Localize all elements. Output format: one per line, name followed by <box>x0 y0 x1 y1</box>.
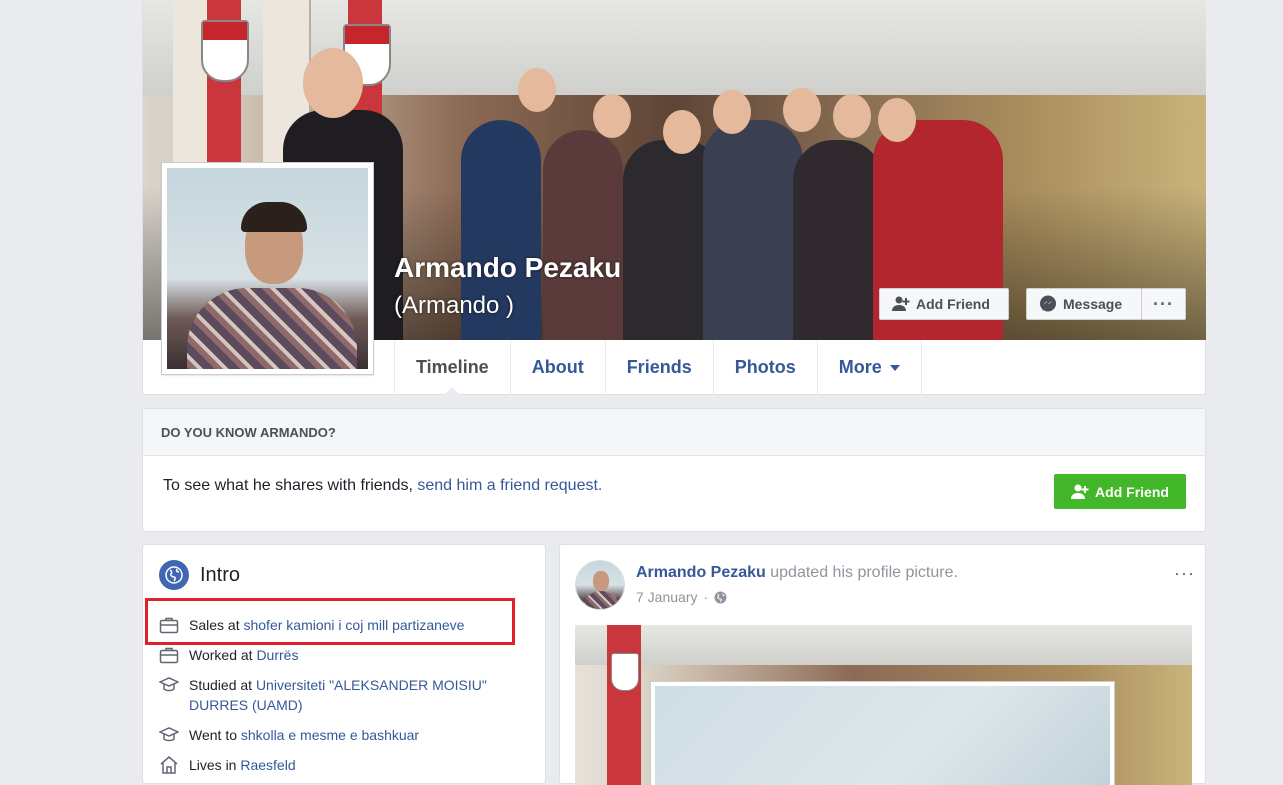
home-icon <box>160 756 178 774</box>
graduation-cap-icon <box>159 677 179 692</box>
add-friend-icon <box>892 296 910 311</box>
profile-picture-shirt <box>187 288 357 369</box>
koln-crest-icon <box>611 653 639 691</box>
profile-picture-hair <box>241 202 307 232</box>
tab-about[interactable]: About <box>511 340 606 395</box>
intro-item-text: Studied at Universiteti "ALEKSANDER MOIS… <box>189 675 539 715</box>
add-friend-icon <box>1071 484 1089 499</box>
tab-more[interactable]: More <box>818 340 922 395</box>
tab-label: Timeline <box>416 357 489 377</box>
post-photo[interactable] <box>575 625 1192 785</box>
more-options-button[interactable]: ··· <box>1141 288 1186 320</box>
graduation-cap-icon <box>159 727 179 742</box>
intro-title: Intro <box>159 560 240 590</box>
post-photo-stripe <box>607 625 641 785</box>
intro-item-prefix: Went to <box>189 727 241 743</box>
cover-person-head <box>593 94 631 138</box>
post-options-button[interactable]: ··· <box>1174 563 1195 584</box>
intro-item-worked: Worked at Durrës <box>159 645 539 665</box>
cover-person-head <box>518 68 556 112</box>
tab-label: Friends <box>626 357 692 377</box>
tab-timeline[interactable]: Timeline <box>395 340 511 396</box>
intro-item-prefix: Worked at <box>189 647 257 663</box>
intro-item-text: Worked at Durrës <box>189 645 298 665</box>
profile-name[interactable]: Armando Pezaku <box>394 252 621 284</box>
cover-person-head <box>833 94 871 138</box>
profile-tabs: Timeline About Friends Photos More <box>394 340 922 396</box>
cover-person <box>793 140 883 340</box>
tab-label: More <box>838 357 882 377</box>
public-globe-icon[interactable] <box>714 591 727 604</box>
post-card: Armando Pezaku updated his profile pictu… <box>559 544 1206 785</box>
intro-title-text: Intro <box>200 563 241 586</box>
post-date[interactable]: 7 January <box>636 589 697 605</box>
do-you-know-prefix: To see what he shares with friends, <box>163 477 418 494</box>
cover-person <box>543 130 623 340</box>
koln-crest-icon <box>201 20 249 82</box>
intro-item-link[interactable]: Raesfeld <box>240 757 295 773</box>
tab-friends[interactable]: Friends <box>606 340 714 395</box>
avatar-shirt <box>582 591 620 609</box>
tab-label: Photos <box>734 357 796 377</box>
profile-picture[interactable] <box>161 162 374 375</box>
add-friend-label: Add Friend <box>916 296 990 312</box>
cover-person-head <box>783 88 821 132</box>
post-meta-separator: · <box>703 589 709 605</box>
post-meta: 7 January · <box>636 589 727 605</box>
tab-label: About <box>531 357 584 377</box>
intro-item-went-to: Went to shkolla e mesme e bashkuar <box>159 725 539 745</box>
post-action-text: updated his profile picture. <box>765 564 958 581</box>
tab-photos[interactable]: Photos <box>714 340 818 395</box>
cover-person-head <box>663 110 701 154</box>
cover-person-head <box>878 98 916 142</box>
profile-picture-image <box>167 168 368 369</box>
intro-item-text: Lives in Raesfeld <box>189 755 296 775</box>
message-button[interactable]: Message <box>1026 288 1142 320</box>
post-photo-inner-image <box>655 686 1110 785</box>
caret-down-icon <box>889 364 900 371</box>
add-friend-green-button[interactable]: Add Friend <box>1054 474 1186 509</box>
send-friend-request-link[interactable]: send him a friend request. <box>417 477 602 494</box>
post-photo-tent <box>575 625 1192 665</box>
profile-alternate-name: (Armando ) <box>394 292 515 319</box>
post-author-link[interactable]: Armando Pezaku <box>636 564 766 581</box>
globe-icon <box>159 560 189 590</box>
do-you-know-text: To see what he shares with friends, send… <box>163 477 602 495</box>
cover-person <box>703 120 803 340</box>
cover-person-head <box>713 90 751 134</box>
message-label: Message <box>1063 296 1123 312</box>
intro-item-prefix: Lives in <box>189 757 241 773</box>
briefcase-icon <box>159 647 179 664</box>
messenger-icon <box>1040 295 1056 312</box>
do-you-know-card: DO YOU KNOW ARMANDO? To see what he shar… <box>142 408 1206 532</box>
intro-card: Intro Sales at shofer kamioni i coj mill… <box>142 544 546 784</box>
intro-item-studied: Studied at Universiteti "ALEKSANDER MOIS… <box>159 675 539 715</box>
avatar-face <box>593 571 609 591</box>
intro-item-link[interactable]: shkolla e mesme e bashkuar <box>241 727 419 743</box>
intro-item-link[interactable]: Durrës <box>256 647 298 663</box>
post-photo-inner-profile <box>650 681 1115 785</box>
add-friend-green-label: Add Friend <box>1095 483 1169 500</box>
cover-person-head <box>303 48 363 118</box>
add-friend-button[interactable]: Add Friend <box>879 288 1009 320</box>
do-you-know-header: DO YOU KNOW ARMANDO? <box>143 409 1205 456</box>
red-highlight-annotation <box>145 598 515 645</box>
post-headline: Armando Pezaku updated his profile pictu… <box>636 564 958 582</box>
avatar[interactable] <box>575 560 625 610</box>
intro-item-prefix: Studied at <box>189 677 256 693</box>
intro-item-lives-in: Lives in Raesfeld <box>159 755 539 775</box>
intro-item-text: Went to shkolla e mesme e bashkuar <box>189 725 419 745</box>
